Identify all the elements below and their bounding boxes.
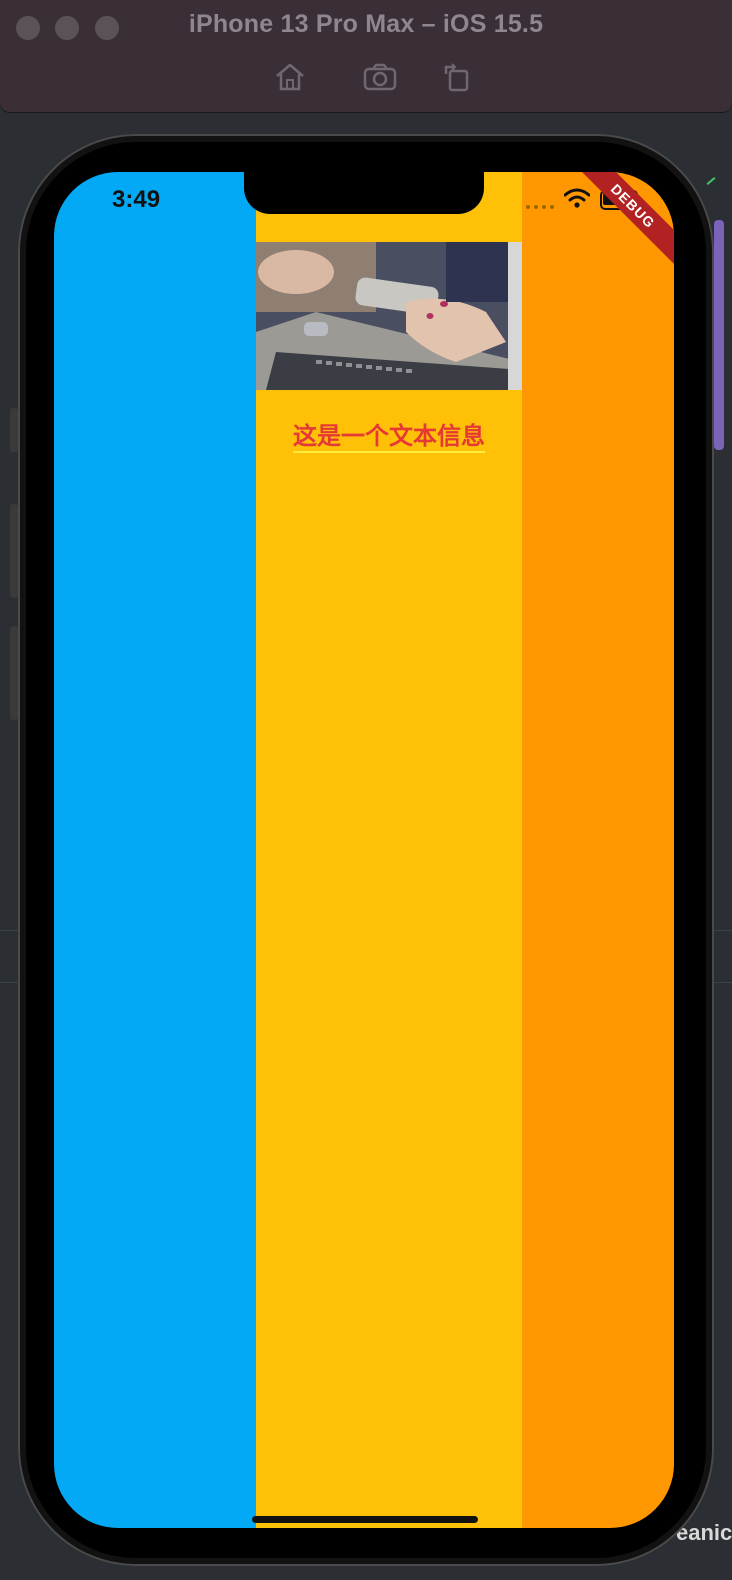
side-button (10, 408, 18, 452)
camera-icon (363, 63, 397, 91)
status-time: 3:49 (112, 186, 161, 213)
cellular-signal-icon (526, 205, 556, 209)
simulator-titlebar: iPhone 13 Pro Max – iOS 15.5 (0, 0, 732, 112)
caption-label: 这是一个文本信息 (293, 423, 485, 453)
home-button[interactable] (272, 60, 308, 94)
phone-screen: 3:49 DEBUG 这是一个文本信息 (54, 172, 674, 1528)
window-title: iPhone 13 Pro Max – iOS 15.5 (188, 10, 544, 38)
content-image (256, 242, 522, 390)
wifi-icon (564, 188, 590, 208)
rotate-button[interactable] (440, 60, 476, 94)
volume-up-button (10, 504, 18, 598)
screenshot-button[interactable] (362, 60, 398, 94)
editor-marker (706, 177, 716, 185)
home-icon (276, 63, 304, 91)
home-indicator[interactable] (252, 1516, 478, 1523)
camera-notch (244, 172, 484, 214)
volume-down-button (10, 626, 18, 720)
right-column (522, 172, 674, 1528)
photo-illustration (256, 242, 522, 390)
left-column (54, 172, 256, 1528)
caption-text: 这是一个文本信息 (256, 416, 522, 453)
editor-scrollbar[interactable] (714, 220, 724, 450)
rotate-icon (444, 63, 469, 92)
